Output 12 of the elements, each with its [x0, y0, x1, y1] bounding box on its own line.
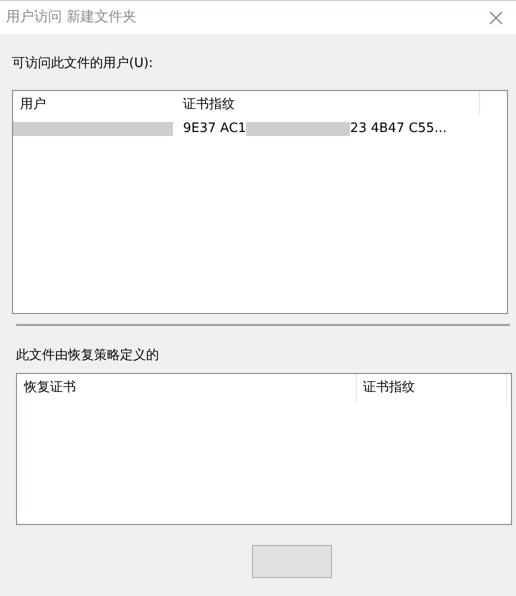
window-title: 用户访问 新建文件夹 — [6, 8, 136, 27]
table-cell-text: 23 4B47 C55... — [350, 120, 447, 138]
recovery-label: 此文件由恢复策略定义的 — [16, 348, 159, 362]
column-header[interactable]: 证书指纹 — [175, 90, 480, 114]
column-header[interactable]: 证书指纹 — [357, 374, 507, 402]
column-header[interactable]: 恢复证书 — [17, 374, 357, 402]
column-header[interactable]: 用户 — [13, 90, 175, 114]
users-list[interactable]: 用户 证书指纹 9E37 AC1 23 4B47 C55... — [12, 90, 508, 314]
recovery-list[interactable]: 恢复证书 证书指纹 — [16, 373, 512, 525]
table-cell-text: 9E37 AC1 — [183, 120, 246, 138]
close-icon — [489, 10, 503, 24]
users-label: 可访问此文件的用户(U): — [12, 56, 154, 71]
